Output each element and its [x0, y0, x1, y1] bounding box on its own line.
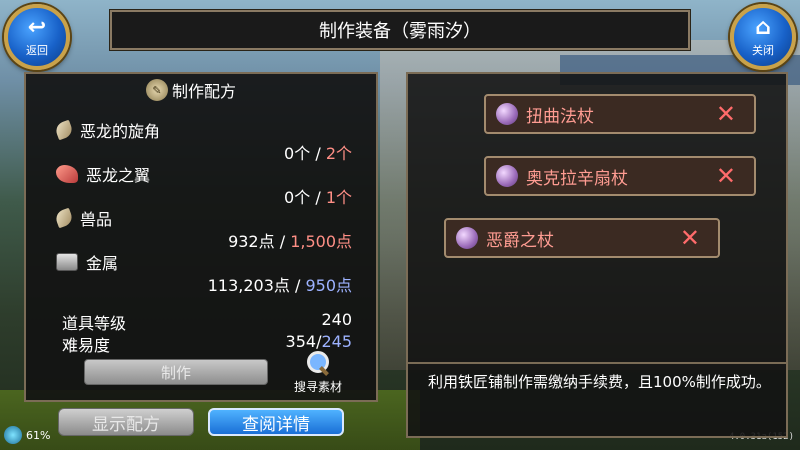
- view-details-label: 查阅详情: [242, 414, 310, 435]
- material-separator: /: [279, 232, 291, 251]
- material-need: 1,500点: [290, 232, 352, 251]
- recipe-panel: ✎ 制作配方 恶龙的旋角 0个 / 2个 恶龙之翼 0个 / 1个 兽品 932…: [24, 72, 378, 402]
- show-recipe-button[interactable]: 显示配方: [58, 408, 194, 436]
- remove-icon[interactable]: ✕: [716, 102, 736, 126]
- material-have: 0个: [284, 188, 311, 207]
- search-materials-label: 搜寻素材: [293, 380, 342, 394]
- craft-button[interactable]: 制作: [84, 359, 268, 385]
- material-name: 金属: [86, 254, 119, 273]
- material-row: 恶龙之翼: [56, 162, 150, 186]
- material-count: 0个 / 2个: [284, 140, 352, 164]
- back-button[interactable]: ↩ 返回: [4, 4, 70, 70]
- remove-icon[interactable]: ✕: [716, 164, 736, 188]
- difficulty-need: 245: [321, 332, 352, 351]
- battery-indicator: 61%: [4, 426, 50, 444]
- item-level-label: 道具等级: [62, 314, 127, 333]
- equipment-item[interactable]: 扭曲法杖 ✕: [484, 94, 756, 134]
- fee-notice: 利用铁匠铺制作需缴纳手续费，且100%制作成功。: [428, 373, 771, 391]
- back-button-label: 返回: [26, 43, 48, 57]
- material-have: 113,203点: [207, 276, 290, 295]
- horn-icon: [53, 119, 75, 141]
- staff-icon: [496, 165, 518, 187]
- material-name: 恶龙的旋角: [80, 122, 161, 141]
- search-materials-button[interactable]: 搜寻素材: [288, 350, 348, 396]
- close-button-label: 关闭: [752, 43, 774, 57]
- item-level-value: 240: [321, 310, 352, 329]
- recipe-title: 制作配方: [172, 82, 237, 101]
- title-bar: 制作装备（雾雨汐）: [109, 9, 691, 51]
- staff-icon: [456, 227, 478, 249]
- material-need: 2个: [325, 144, 352, 163]
- battery-icon: [4, 426, 22, 444]
- material-row: 金属: [56, 250, 118, 274]
- material-count: 932点 / 1,500点: [228, 228, 352, 252]
- equipment-item-name: 扭曲法杖: [526, 106, 594, 127]
- material-need: 950点: [305, 276, 352, 295]
- material-count: 0个 / 1个: [284, 184, 352, 208]
- back-arrow-icon: ↩: [27, 14, 47, 40]
- equipment-item-name: 奥克拉辛扇杖: [526, 168, 628, 189]
- difficulty-value: 354/245: [286, 332, 352, 351]
- panel-divider: [408, 362, 786, 364]
- material-row: 恶龙的旋角: [53, 118, 161, 142]
- equipment-list: 扭曲法杖 ✕ 奥克拉辛扇杖 ✕ 恶爵之杖 ✕: [408, 74, 786, 364]
- equipment-item-name: 恶爵之杖: [486, 230, 554, 251]
- material-row: 兽品: [53, 206, 113, 230]
- view-details-button[interactable]: 查阅详情: [208, 408, 344, 436]
- equipment-item[interactable]: 奥克拉辛扇杖 ✕: [484, 156, 756, 196]
- metal-icon: [56, 253, 78, 271]
- difficulty-label: 难易度: [62, 336, 111, 355]
- staff-icon: [496, 103, 518, 125]
- difficulty-have: 354: [285, 332, 317, 351]
- material-separator: /: [294, 276, 306, 295]
- show-recipe-label: 显示配方: [92, 414, 160, 435]
- magnifier-icon: [305, 350, 331, 376]
- material-name: 兽品: [80, 210, 113, 229]
- page-title: 制作装备（雾雨汐）: [319, 21, 481, 42]
- recipe-header: ✎ 制作配方: [146, 77, 236, 103]
- recipe-scroll-icon: ✎: [146, 79, 168, 101]
- material-need: 1个: [325, 188, 352, 207]
- close-button[interactable]: ⌂ 关闭: [730, 4, 796, 70]
- material-have: 932点: [228, 232, 275, 251]
- material-have: 0个: [284, 144, 311, 163]
- home-icon: ⌂: [755, 14, 771, 40]
- material-count: 113,203点 / 950点: [208, 272, 352, 296]
- material-separator: /: [315, 188, 326, 207]
- equipment-item[interactable]: 恶爵之杖 ✕: [444, 218, 720, 258]
- craft-button-label: 制作: [160, 363, 191, 382]
- horn-icon: [53, 207, 75, 229]
- battery-percent: 61%: [26, 428, 51, 442]
- material-name: 恶龙之翼: [86, 166, 151, 185]
- material-separator: /: [315, 144, 326, 163]
- remove-icon[interactable]: ✕: [680, 226, 700, 250]
- wing-icon: [56, 165, 78, 183]
- equipment-list-panel: 扭曲法杖 ✕ 奥克拉辛扇杖 ✕ 恶爵之杖 ✕ 利用铁匠铺制作需缴纳手续费，且10…: [406, 72, 788, 438]
